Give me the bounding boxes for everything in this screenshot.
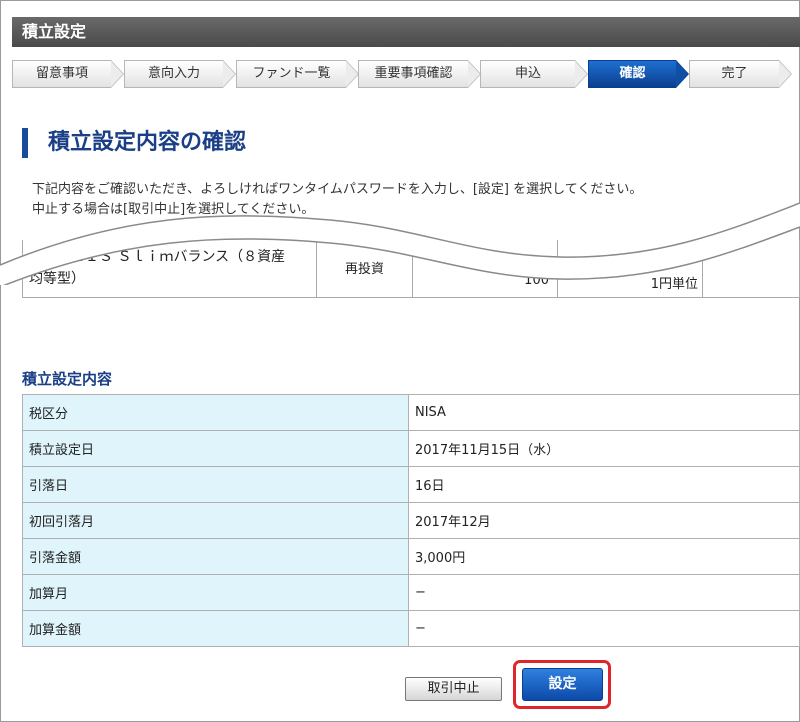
step-confirm: 確認 <box>588 60 689 88</box>
step-label: 意向入力 <box>147 66 200 81</box>
table-row: 税区分 NISA <box>22 394 800 431</box>
row-label: 加算金額 <box>22 610 409 647</box>
page-title: 積立設定内容の確認 <box>22 128 246 158</box>
step-intent: 意向入力 <box>124 60 236 88</box>
settings-table: 税区分 NISA 積立設定日 2017年11月15日（水） 引落日 16日 初回引落月… <box>22 394 800 647</box>
table-row: 積立設定日 2017年11月15日（水） <box>22 430 800 467</box>
submit-button[interactable]: 設定 <box>522 668 603 701</box>
table-row: 初回引落月 2017年12月 <box>22 502 800 539</box>
row-value: 2017年11月15日（水） <box>408 430 800 467</box>
progress-steps: 留意事項 意向入力 ファンド一覧 重要事項確認 申込 確認 完了 <box>12 60 800 88</box>
step-label: 確認 <box>619 66 646 81</box>
step-important-matters: 重要事項確認 <box>358 60 481 88</box>
step-label: 重要事項確認 <box>374 66 453 81</box>
row-value: − <box>408 610 800 647</box>
table-row: 加算金額 − <box>22 610 800 647</box>
step-complete: 完了 <box>689 60 792 88</box>
row-label: 引落日 <box>22 466 409 503</box>
step-label: 完了 <box>721 66 748 81</box>
row-value: 2017年12月 <box>408 502 800 539</box>
window-title: 積立設定 <box>22 22 87 41</box>
step-apply: 申込 <box>480 60 588 88</box>
row-value: NISA <box>408 394 800 431</box>
row-label: 加算月 <box>22 574 409 611</box>
table-row: 引落日 16日 <box>22 466 800 503</box>
window-title-bar: 積立設定 <box>12 17 800 47</box>
step-notes: 留意事項 <box>12 60 124 88</box>
step-label: 留意事項 <box>35 66 88 81</box>
cancel-button[interactable]: 取引中止 <box>405 677 502 701</box>
row-label: 税区分 <box>22 394 409 431</box>
row-label: 引落金額 <box>22 538 409 575</box>
row-label: 初回引落月 <box>22 502 409 539</box>
step-fund-list: ファンド一覧 <box>236 60 359 88</box>
torn-separator <box>0 202 800 285</box>
row-label: 積立設定日 <box>22 430 409 467</box>
row-value: − <box>408 574 800 611</box>
table-row: 引落金額 3,000円 <box>22 538 800 575</box>
step-label: ファンド一覧 <box>252 66 331 81</box>
table-row: 加算月 − <box>22 574 800 611</box>
section-title: 積立設定内容 <box>22 370 113 388</box>
row-value: 16日 <box>408 466 800 503</box>
step-label: 申込 <box>514 66 541 81</box>
row-value: 3,000円 <box>408 538 800 575</box>
